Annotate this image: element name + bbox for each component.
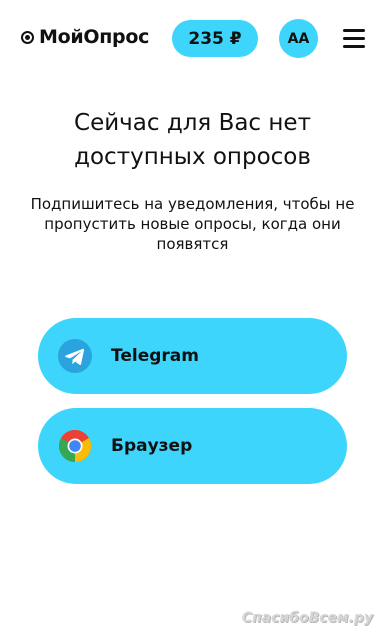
menu-line [343,45,365,48]
page-subtitle: Подпишитесь на уведомления, чтобы не про… [14,194,371,254]
telegram-subscribe-button[interactable]: Telegram [38,318,347,394]
subtitle-line: Подпишитесь на уведомления, чтобы не [30,195,355,213]
subtitle-line: появятся [156,235,229,253]
telegram-icon [58,339,92,373]
page-title: Сейчас для Вас нет доступных опросов [0,106,385,174]
balance-button[interactable]: 235 ₽ [172,20,258,57]
subtitle-line: пропустить новые опросы, когда они [44,215,341,233]
avatar[interactable]: АА [279,19,318,58]
header: МойОпрос 235 ₽ АА [0,0,385,78]
watermark: СпасибоВсем.ру [241,610,373,626]
chrome-icon [58,429,92,463]
logo[interactable]: МойОпрос [21,26,149,48]
logo-text: МойОпрос [39,26,150,48]
browser-label: Браузер [111,436,193,456]
menu-line [343,37,365,40]
title-line: Сейчас для Вас нет [74,110,311,136]
title-line: доступных опросов [74,144,311,170]
menu-line [343,29,365,32]
browser-subscribe-button[interactable]: Браузер [38,408,347,484]
telegram-label: Telegram [111,346,199,366]
hamburger-menu-icon[interactable] [343,29,365,49]
logo-mark-icon [21,30,34,44]
